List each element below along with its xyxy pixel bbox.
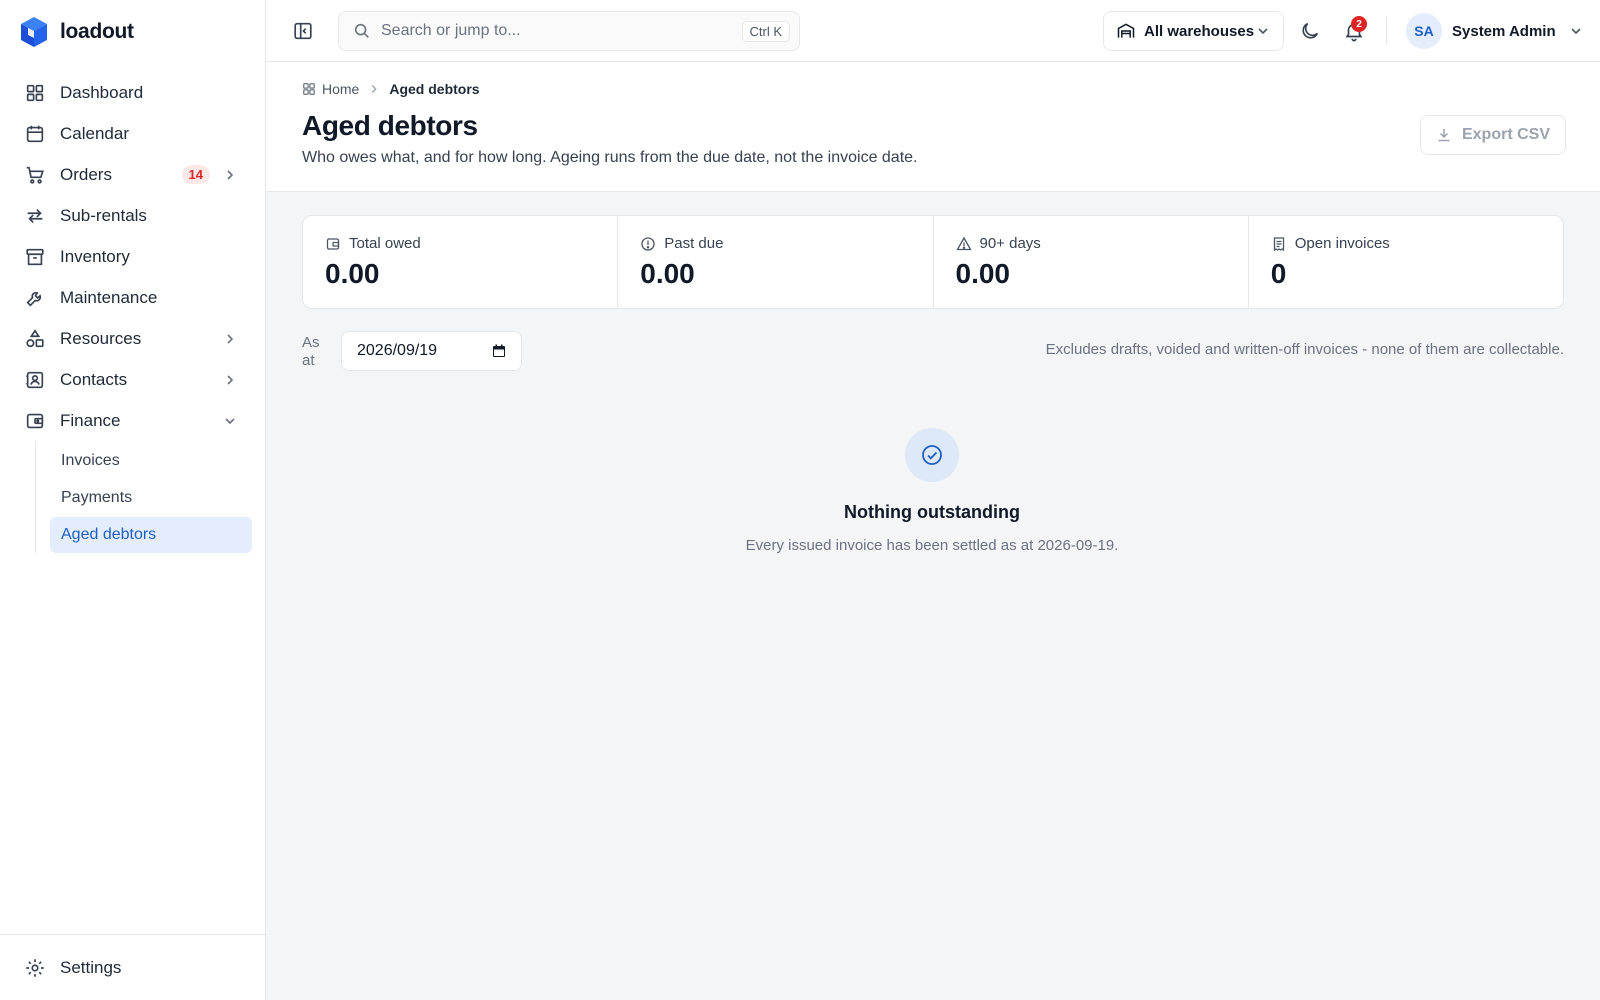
sidebar-item-resources[interactable]: Resources	[14, 318, 252, 359]
chevron-right-icon	[222, 372, 238, 388]
warehouse-icon	[1116, 21, 1136, 41]
as-at-label: As at	[302, 334, 320, 369]
archive-icon	[24, 246, 46, 268]
grid-icon	[24, 82, 46, 104]
sidebar-item-inventory[interactable]: Inventory	[14, 236, 252, 277]
breadcrumb: Home Aged debtors	[302, 81, 480, 97]
sidebar-item-label: Dashboard	[60, 82, 144, 102]
sidebar-item-sub-rentals[interactable]: Sub-rentals	[14, 195, 252, 236]
sidebar-item-contacts[interactable]: Contacts	[14, 359, 252, 400]
sidebar-item-label: Inventory	[60, 246, 130, 266]
stat-value: 0.00	[640, 258, 695, 289]
stat-past-due: Past due 0.00	[618, 216, 934, 308]
breadcrumb-current: Aged debtors	[389, 81, 480, 97]
empty-state-title: Nothing outstanding	[844, 502, 1020, 522]
date-value: 2026/09/19	[357, 342, 438, 359]
topbar: Ctrl K All warehouses 2 SA System Admin	[266, 0, 1600, 62]
wallet-icon	[325, 236, 341, 252]
stat-open-invoices: Open invoices 0	[1249, 216, 1563, 308]
sidebar-item-orders[interactable]: Orders 14	[14, 154, 252, 195]
moon-icon[interactable]	[1299, 20, 1321, 42]
search-icon	[353, 22, 371, 40]
alert-circle-icon	[640, 236, 656, 252]
page-header: Home Aged debtors Aged debtors Who owes …	[266, 62, 1600, 192]
receipt-icon	[1271, 236, 1287, 252]
contact-icon	[24, 369, 46, 391]
sidebar-item-label: Settings	[60, 957, 122, 977]
sidebar-item-settings[interactable]: Settings	[14, 947, 252, 988]
stat-value: 0.00	[955, 258, 1011, 289]
brand-name: loadout	[60, 20, 134, 43]
sidebar-item-label: Orders	[60, 164, 112, 184]
warning-triangle-icon	[955, 236, 972, 252]
calendar-icon[interactable]	[491, 343, 507, 359]
sidebar-item-dashboard[interactable]: Dashboard	[14, 72, 252, 113]
wrench-icon	[24, 287, 46, 309]
gear-icon	[24, 957, 46, 979]
home-grid-icon	[302, 82, 316, 96]
finance-subnav: Invoices Payments Aged debtors	[35, 441, 252, 553]
stat-value: 0.00	[325, 258, 380, 289]
empty-state: Nothing outstanding Every issued invoice…	[732, 428, 1132, 557]
chevron-down-icon	[1255, 23, 1271, 39]
cart-icon	[24, 164, 46, 186]
user-menu[interactable]: SA System Admin	[1406, 13, 1584, 49]
orders-count-badge: 14	[181, 165, 210, 184]
page-subtitle: Who owes what, and for how long. Ageing …	[302, 149, 918, 166]
sidebar-item-invoices[interactable]: Invoices	[50, 443, 252, 479]
breadcrumb-home[interactable]: Home	[322, 81, 359, 97]
stat-label: Open invoices	[1294, 235, 1390, 252]
stat-value: 0	[1270, 258, 1287, 289]
as-at-date-input[interactable]: 2026/09/19	[341, 331, 522, 371]
stat-label: Total owed	[349, 235, 421, 252]
chevron-right-icon	[222, 167, 238, 183]
sidebar-footer: Settings	[0, 934, 265, 1000]
sidebar-item-label: Contacts	[60, 369, 128, 389]
chevron-down-icon	[222, 413, 238, 429]
chevron-right-icon	[222, 331, 238, 347]
search-box[interactable]: Ctrl K	[338, 11, 800, 51]
search-shortcut: Ctrl K	[741, 21, 790, 42]
sidebar-item-payments[interactable]: Payments	[50, 480, 252, 516]
search-input[interactable]	[381, 22, 721, 40]
sidebar-item-aged-debtors[interactable]: Aged debtors	[50, 517, 252, 553]
stat-label: Past due	[664, 235, 724, 252]
sidebar-item-finance[interactable]: Finance	[14, 400, 252, 441]
chevron-down-icon	[1568, 23, 1584, 39]
summary-stats: Total owed 0.00 Past due 0.00 90+ days 0…	[302, 215, 1564, 309]
sidebar-item-label: Finance	[60, 410, 121, 430]
warehouse-label: All warehouses	[1144, 22, 1255, 40]
page-title: Aged debtors	[302, 110, 478, 141]
stat-total-owed: Total owed 0.00	[303, 216, 619, 308]
topbar-divider	[1386, 17, 1387, 45]
sidebar: loadout Dashboard Calendar Orders 14 Sub…	[0, 0, 266, 1000]
sidebar-nav: Dashboard Calendar Orders 14 Sub-rentals	[14, 72, 252, 554]
shapes-icon	[24, 328, 46, 350]
user-name: System Admin	[1452, 22, 1556, 40]
notification-count-badge: 2	[1351, 16, 1367, 32]
chevron-right-icon	[367, 82, 381, 96]
export-csv-label: Export CSV	[1461, 126, 1550, 143]
sidebar-item-label: Maintenance	[60, 287, 158, 307]
export-csv-button[interactable]: Export CSV	[1420, 115, 1566, 155]
sidebar-item-maintenance[interactable]: Maintenance	[14, 277, 252, 318]
download-icon	[1436, 127, 1452, 143]
calendar-icon	[24, 123, 46, 145]
arrows-icon	[24, 205, 46, 227]
sidebar-item-label: Resources	[60, 328, 142, 348]
empty-state-text: Every issued invoice has been settled as…	[745, 537, 1119, 554]
sidebar-toggle-icon[interactable]	[292, 20, 314, 42]
sidebar-item-label: Sub-rentals	[60, 205, 147, 225]
warehouse-select[interactable]: All warehouses	[1103, 11, 1284, 51]
sidebar-item-calendar[interactable]: Calendar	[14, 113, 252, 154]
brand[interactable]: loadout	[20, 16, 134, 48]
check-circle-icon	[905, 428, 959, 482]
avatar: SA	[1406, 13, 1442, 49]
cube-logo-icon	[20, 16, 48, 48]
wallet-icon	[24, 410, 46, 432]
sidebar-item-label: Calendar	[60, 123, 129, 143]
stat-label: 90+ days	[979, 235, 1041, 252]
stat-90-plus-days: 90+ days 0.00	[934, 216, 1249, 308]
filter-note: Excludes drafts, voided and written-off …	[1045, 341, 1564, 358]
